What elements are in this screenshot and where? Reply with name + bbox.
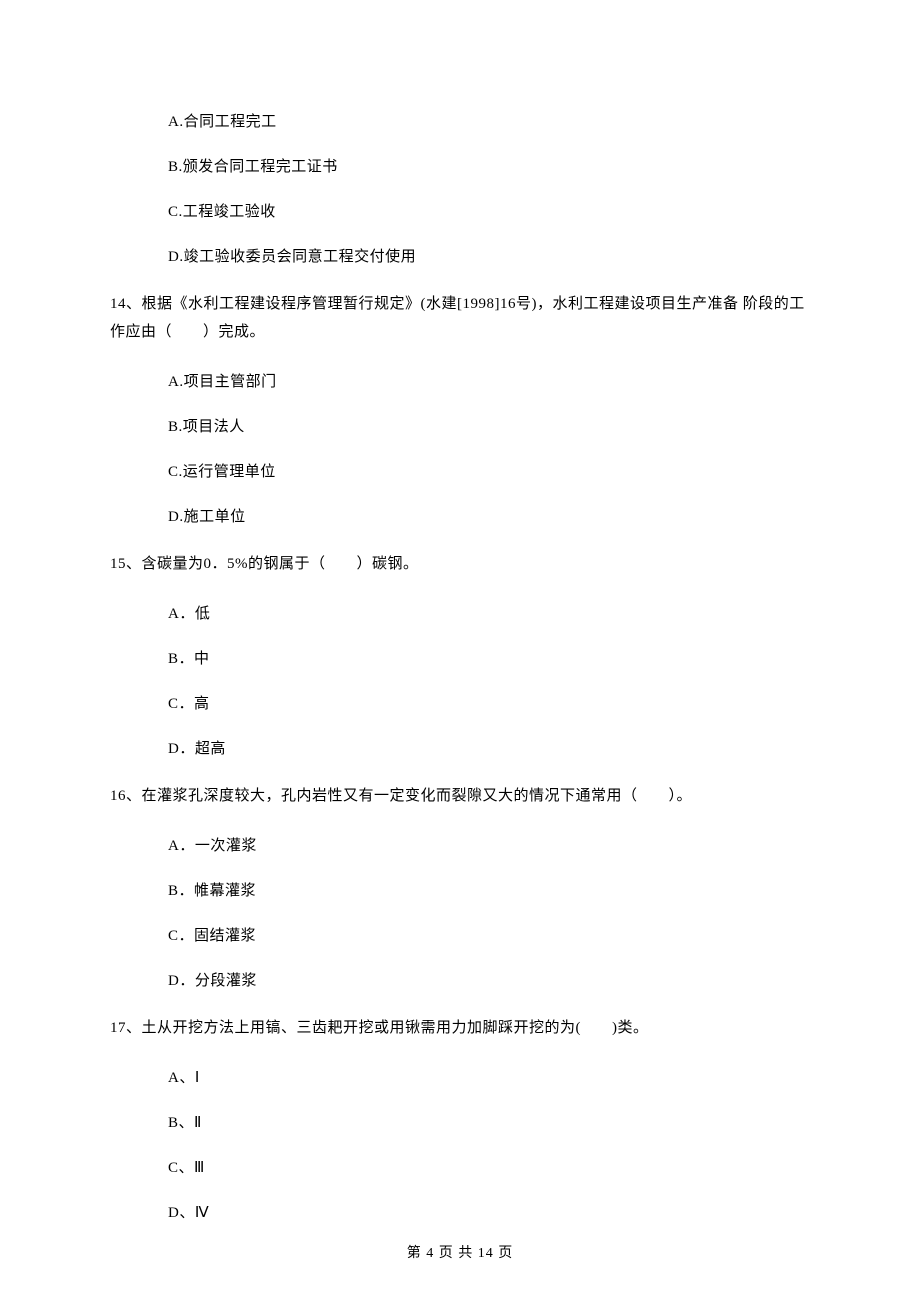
q13-option-c: C.工程竣工验收 (168, 200, 810, 221)
q17-option-a: A、Ⅰ (168, 1066, 810, 1087)
page-footer: 第 4 页 共 14 页 (0, 1242, 920, 1262)
q16-option-a: A．一次灌浆 (168, 834, 810, 855)
q14-option-a: A.项目主管部门 (168, 370, 810, 391)
q13-option-d: D.竣工验收委员会同意工程交付使用 (168, 245, 810, 266)
q15-stem: 15、含碳量为0．5%的钢属于（ ）碳钢。 (110, 550, 810, 578)
q17-option-c: C、Ⅲ (168, 1156, 810, 1177)
q13-option-b: B.颁发合同工程完工证书 (168, 155, 810, 176)
q14-stem: 14、根据《水利工程建设程序管理暂行规定》(水建[1998]16号)，水利工程建… (110, 290, 810, 346)
q17-stem: 17、土从开挖方法上用镐、三齿耙开挖或用锹需用力加脚踩开挖的为( )类。 (110, 1014, 810, 1042)
q13-option-a: A.合同工程完工 (168, 110, 810, 131)
q16-option-b: B．帷幕灌浆 (168, 879, 810, 900)
q16-option-c: C．固结灌浆 (168, 924, 810, 945)
q16-option-d: D．分段灌浆 (168, 969, 810, 990)
q14-option-b: B.项目法人 (168, 415, 810, 436)
q15-option-a: A．低 (168, 602, 810, 623)
q15-option-b: B．中 (168, 647, 810, 668)
q15-option-d: D．超高 (168, 737, 810, 758)
q15-option-c: C．高 (168, 692, 810, 713)
q17-option-d: D、Ⅳ (168, 1201, 810, 1222)
q17-option-b: B、Ⅱ (168, 1111, 810, 1132)
q16-stem: 16、在灌浆孔深度较大，孔内岩性又有一定变化而裂隙又大的情况下通常用（ ）。 (110, 782, 810, 810)
exam-page: A.合同工程完工 B.颁发合同工程完工证书 C.工程竣工验收 D.竣工验收委员会… (0, 0, 920, 1302)
q14-option-c: C.运行管理单位 (168, 460, 810, 481)
q14-option-d: D.施工单位 (168, 505, 810, 526)
